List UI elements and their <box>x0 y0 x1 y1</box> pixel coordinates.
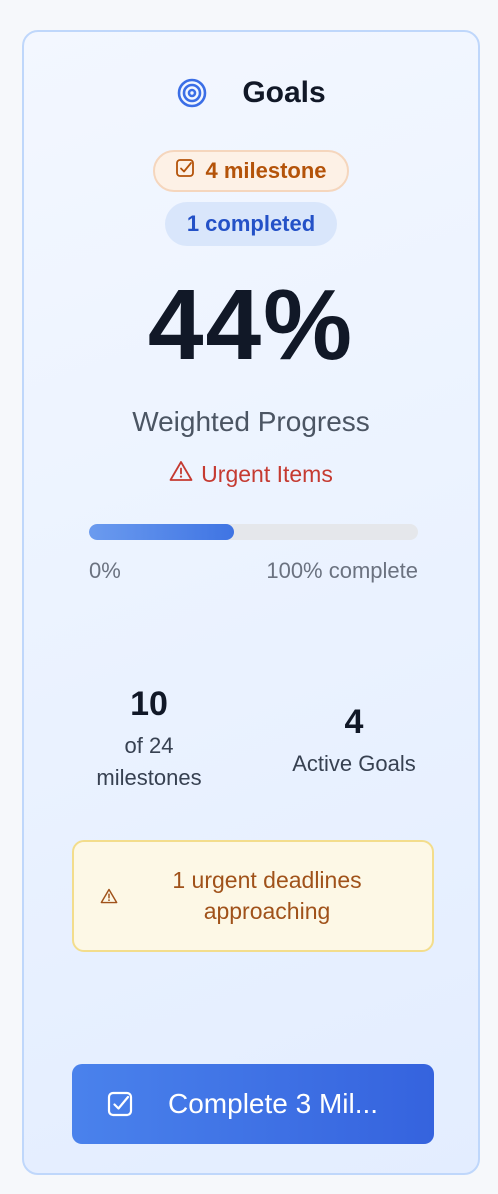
urgent-items-label: Urgent Items <box>201 460 333 487</box>
urgent-items-indicator: Urgent Items <box>24 460 478 488</box>
progress-bar-fill <box>89 524 234 540</box>
milestone-badge-label: 4 milestone <box>205 158 327 183</box>
checkbox-icon <box>175 158 195 184</box>
completed-badge-row: 1 completed <box>24 202 478 246</box>
progress-subtitle: Weighted Progress <box>132 406 370 437</box>
active-goals-label: Active Goals <box>292 751 416 776</box>
milestone-badge-row: 4 milestone <box>24 150 478 192</box>
complete-milestones-button[interactable]: Complete 3 Mil... <box>72 1064 434 1144</box>
alert-text-line1: 1 urgent deadlines <box>172 867 362 893</box>
progress-scale: 0% 100% complete <box>89 558 418 584</box>
card-title: Goals <box>242 76 326 109</box>
milestones-value: 10 <box>130 685 168 723</box>
milestones-label-line1: of 24 <box>124 733 174 758</box>
urgent-deadlines-alert: 1 urgent deadlines approaching <box>72 840 434 952</box>
milestones-stat: 10 of 24 milestones <box>74 682 224 794</box>
progress-min-label: 0% <box>89 558 121 583</box>
progress-bar <box>89 524 418 540</box>
complete-milestones-label: Complete 3 Mil... <box>168 1088 379 1119</box>
target-icon <box>176 77 208 109</box>
milestones-label: of 24 milestones <box>74 730 224 794</box>
milestone-badge: 4 milestone <box>153 150 349 192</box>
active-goals-stat: 4 Active Goals <box>269 700 439 780</box>
milestones-label-line2: milestones <box>96 765 202 790</box>
alert-text: 1 urgent deadlines approaching <box>120 865 432 927</box>
goals-card: Goals 4 milestone 1 completed 44% Weight… <box>22 30 480 1175</box>
card-header: Goals <box>24 76 478 110</box>
completed-badge: 1 completed <box>164 202 338 246</box>
warning-icon <box>98 888 120 904</box>
alert-text-line2: approaching <box>203 898 331 924</box>
progress-max-label: 100% complete <box>266 558 418 583</box>
active-goals-value: 4 <box>344 703 364 741</box>
progress-percent: 44% <box>147 269 355 381</box>
checkbox-icon <box>106 1090 134 1118</box>
warning-icon <box>169 460 193 488</box>
